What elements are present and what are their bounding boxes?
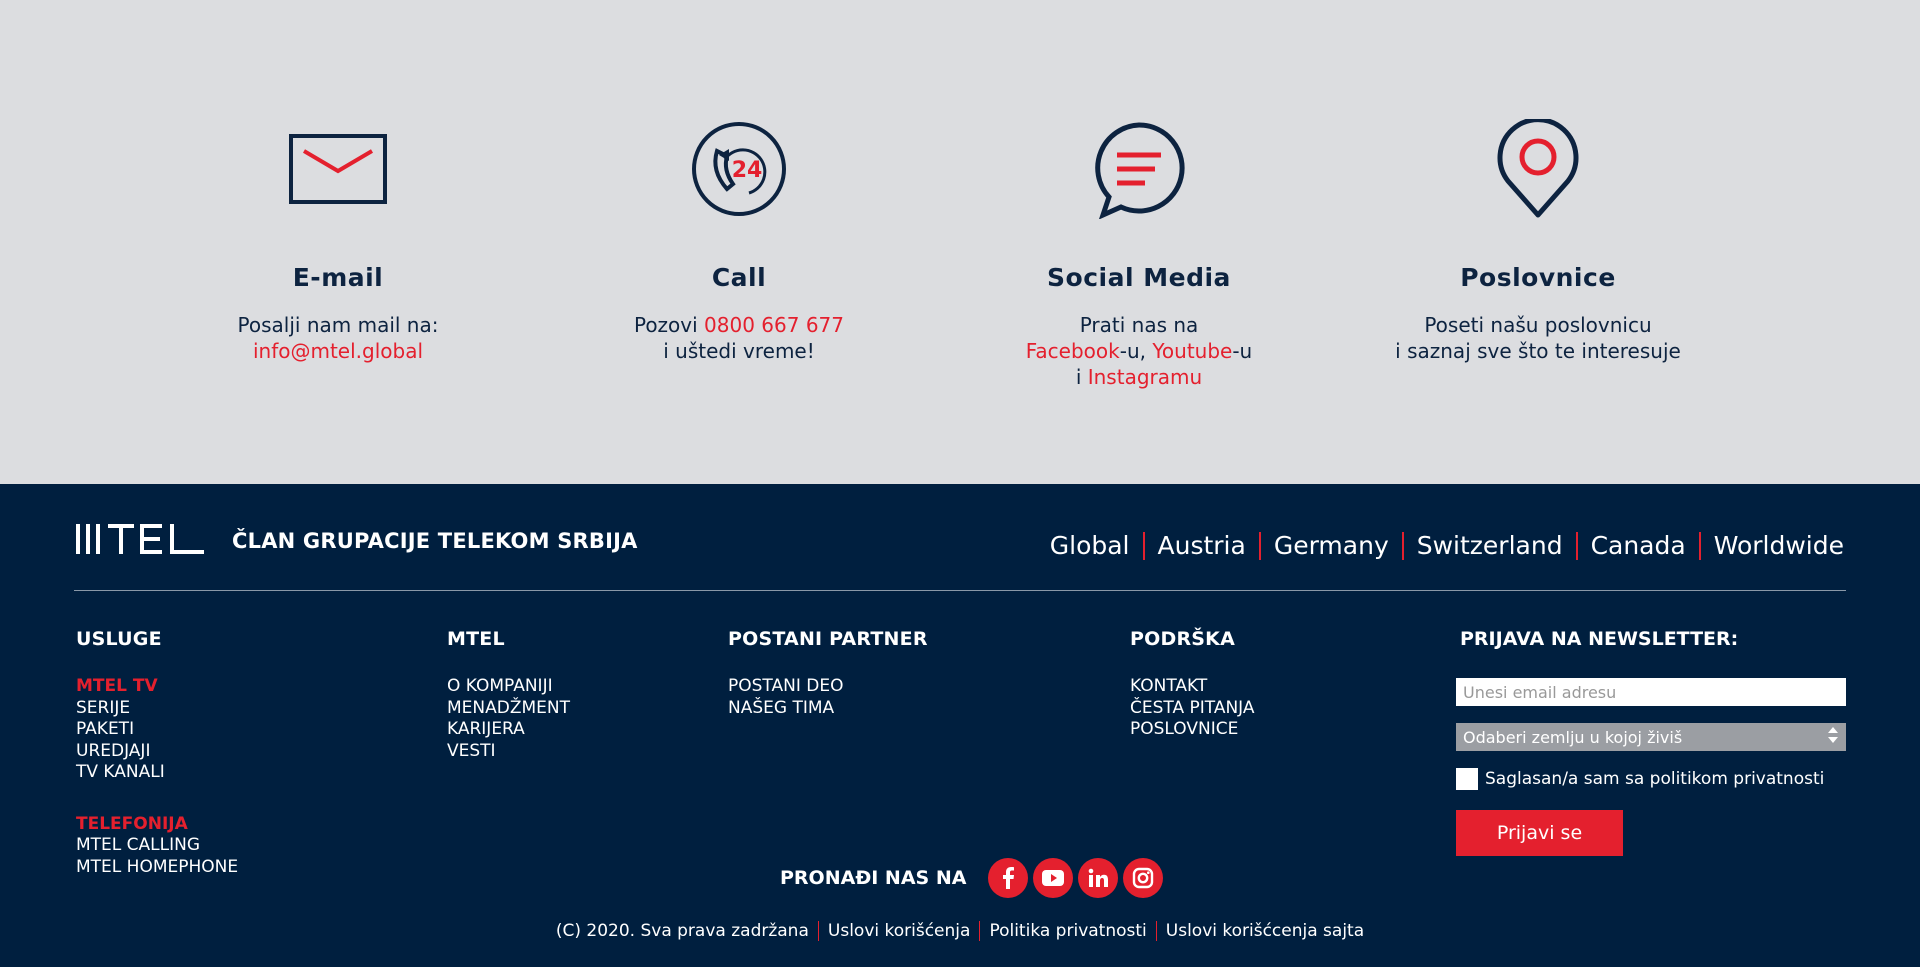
footer-link[interactable]: UREDJAJI — [76, 741, 238, 763]
social-label: PRONAĐI NAS NA — [780, 867, 967, 889]
location-pin-icon — [1338, 118, 1738, 220]
country-nav: Global Austria Germany Switzerland Canad… — [1050, 532, 1844, 560]
footer-divider — [74, 590, 1846, 591]
contact-text: i uštedi vreme! — [663, 339, 815, 363]
country-select-value: Odaberi zemlju u kojoj živiš — [1463, 727, 1683, 747]
footer-col-usluge: USLUGE MTEL TV SERIJE PAKETI UREDJAJI TV… — [76, 628, 238, 878]
footer-link[interactable]: NAŠEG TIMA — [728, 698, 928, 720]
site-footer: ČLAN GRUPACIJE TELEKOM SRBIJA Global Aus… — [0, 484, 1920, 967]
privacy-link[interactable]: Politika privatnosti — [979, 921, 1155, 941]
contact-text: i saznaj sve što te interesuje — [1395, 339, 1681, 363]
linkedin-icon[interactable] — [1078, 858, 1119, 898]
youtube-link[interactable]: Youtube — [1152, 339, 1232, 363]
country-link-worldwide[interactable]: Worldwide — [1698, 532, 1844, 560]
footer-link[interactable]: MENADŽMENT — [447, 698, 570, 720]
newsletter-heading: PRIJAVA NA NEWSLETTER: — [1460, 628, 1739, 650]
brand: ČLAN GRUPACIJE TELEKOM SRBIJA — [76, 524, 638, 558]
footer-link[interactable]: KARIJERA — [447, 719, 570, 741]
contact-title: Call — [711, 263, 767, 292]
footer-link[interactable]: SERIJE — [76, 698, 238, 720]
footer-col-partner: POSTANI PARTNER POSTANI DEO NAŠEG TIMA — [728, 628, 928, 719]
contact-title: Social Media — [1047, 263, 1231, 292]
phone-24h-icon: 24 — [539, 118, 939, 220]
footer-col-podrska: PODRŠKA KONTAKT ČESTA PITANJA POSLOVNICE — [1130, 628, 1255, 741]
site-terms-link[interactable]: Uslovi korišćcenja sajta — [1155, 921, 1373, 941]
country-link-germany[interactable]: Germany — [1258, 532, 1402, 560]
subscribe-button[interactable]: Prijavi se — [1456, 810, 1623, 856]
country-link-austria[interactable]: Austria — [1142, 532, 1259, 560]
facebook-icon[interactable] — [988, 858, 1029, 898]
contact-text: -u — [1232, 339, 1253, 363]
country-link-global[interactable]: Global — [1050, 532, 1143, 560]
footer-link[interactable]: POSLOVNICE — [1130, 719, 1255, 741]
contact-text: i — [1075, 365, 1088, 389]
contact-social: Social Media Prati nas na Facebook-u, Yo… — [939, 118, 1339, 390]
country-select[interactable]: Odaberi zemlju u kojoj živiš — [1456, 723, 1846, 751]
mtel-logo[interactable] — [76, 524, 206, 558]
contact-text: Poseti našu poslovnicu — [1424, 313, 1652, 337]
instagram-link[interactable]: Instagramu — [1088, 365, 1202, 389]
spacer — [76, 784, 238, 814]
contact-stores: Poslovnice Poseti našu poslovnicu i sazn… — [1338, 118, 1738, 364]
consent-checkbox[interactable] — [1456, 768, 1478, 790]
col-heading: USLUGE — [76, 628, 162, 650]
footer-link[interactable]: TV KANALI — [76, 762, 238, 784]
footer-link[interactable]: PAKETI — [76, 719, 238, 741]
legal-links: (C) 2020. Sva prava zadržana Uslovi kori… — [0, 921, 1920, 941]
group-tagline: ČLAN GRUPACIJE TELEKOM SRBIJA — [232, 529, 638, 553]
consent-label: Saglasan/a sam sa politikom privatnosti — [1485, 769, 1825, 789]
contact-section: E-mail Posalji nam mail na: info@mtel.gl… — [0, 0, 1920, 484]
contact-text: -u, — [1119, 339, 1153, 363]
email-link[interactable]: info@mtel.global — [138, 338, 538, 364]
newsletter-form: PRIJAVA NA NEWSLETTER: Odaberi zemlju u … — [1456, 628, 1846, 856]
envelope-icon — [138, 118, 538, 220]
svg-text:24: 24 — [732, 158, 763, 183]
footer-link-mtel-tv[interactable]: MTEL TV — [76, 676, 238, 698]
country-link-canada[interactable]: Canada — [1575, 532, 1699, 560]
contact-email: E-mail Posalji nam mail na: info@mtel.gl… — [138, 118, 538, 364]
consent-row: Saglasan/a sam sa politikom privatnosti — [1456, 768, 1846, 790]
copyright-text: (C) 2020. Sva prava zadržana — [555, 921, 809, 941]
youtube-icon[interactable] — [1033, 858, 1074, 898]
social-links: PRONAĐI NAS NA — [780, 858, 1168, 898]
email-input[interactable] — [1456, 678, 1846, 706]
phone-link[interactable]: 0800 667 677 — [704, 313, 844, 337]
chat-bubble-icon — [939, 118, 1339, 220]
footer-link[interactable]: MTEL CALLING — [76, 835, 238, 857]
contact-text: Prati nas na — [1079, 313, 1199, 337]
facebook-link[interactable]: Facebook — [1026, 339, 1120, 363]
instagram-icon[interactable] — [1123, 858, 1164, 898]
contact-text: Posalji nam mail na: — [237, 313, 439, 337]
country-link-switzerland[interactable]: Switzerland — [1401, 532, 1576, 560]
terms-link[interactable]: Uslovi korišćenja — [817, 921, 980, 941]
footer-link[interactable]: VESTI — [447, 741, 570, 763]
col-heading: MTEL — [447, 628, 505, 650]
contact-call: 24 Call Pozovi 0800 667 677 i uštedi vre… — [539, 118, 939, 364]
contact-title: Poslovnice — [1460, 263, 1616, 292]
footer-link[interactable]: ČESTA PITANJA — [1130, 698, 1255, 720]
footer-link[interactable]: MTEL HOMEPHONE — [76, 857, 238, 879]
footer-col-mtel: MTEL O KOMPANIJI MENADŽMENT KARIJERA VES… — [447, 628, 570, 762]
footer-link-telefonija[interactable]: TELEFONIJA — [76, 814, 238, 836]
footer-link[interactable]: POSTANI DEO — [728, 676, 928, 698]
col-heading: POSTANI PARTNER — [728, 628, 928, 650]
contact-text: Pozovi — [633, 313, 705, 337]
select-arrows-icon — [1827, 725, 1839, 749]
footer-link[interactable]: KONTAKT — [1130, 676, 1255, 698]
contact-title: E-mail — [292, 263, 384, 292]
col-heading: PODRŠKA — [1130, 628, 1235, 650]
footer-link[interactable]: O KOMPANIJI — [447, 676, 570, 698]
